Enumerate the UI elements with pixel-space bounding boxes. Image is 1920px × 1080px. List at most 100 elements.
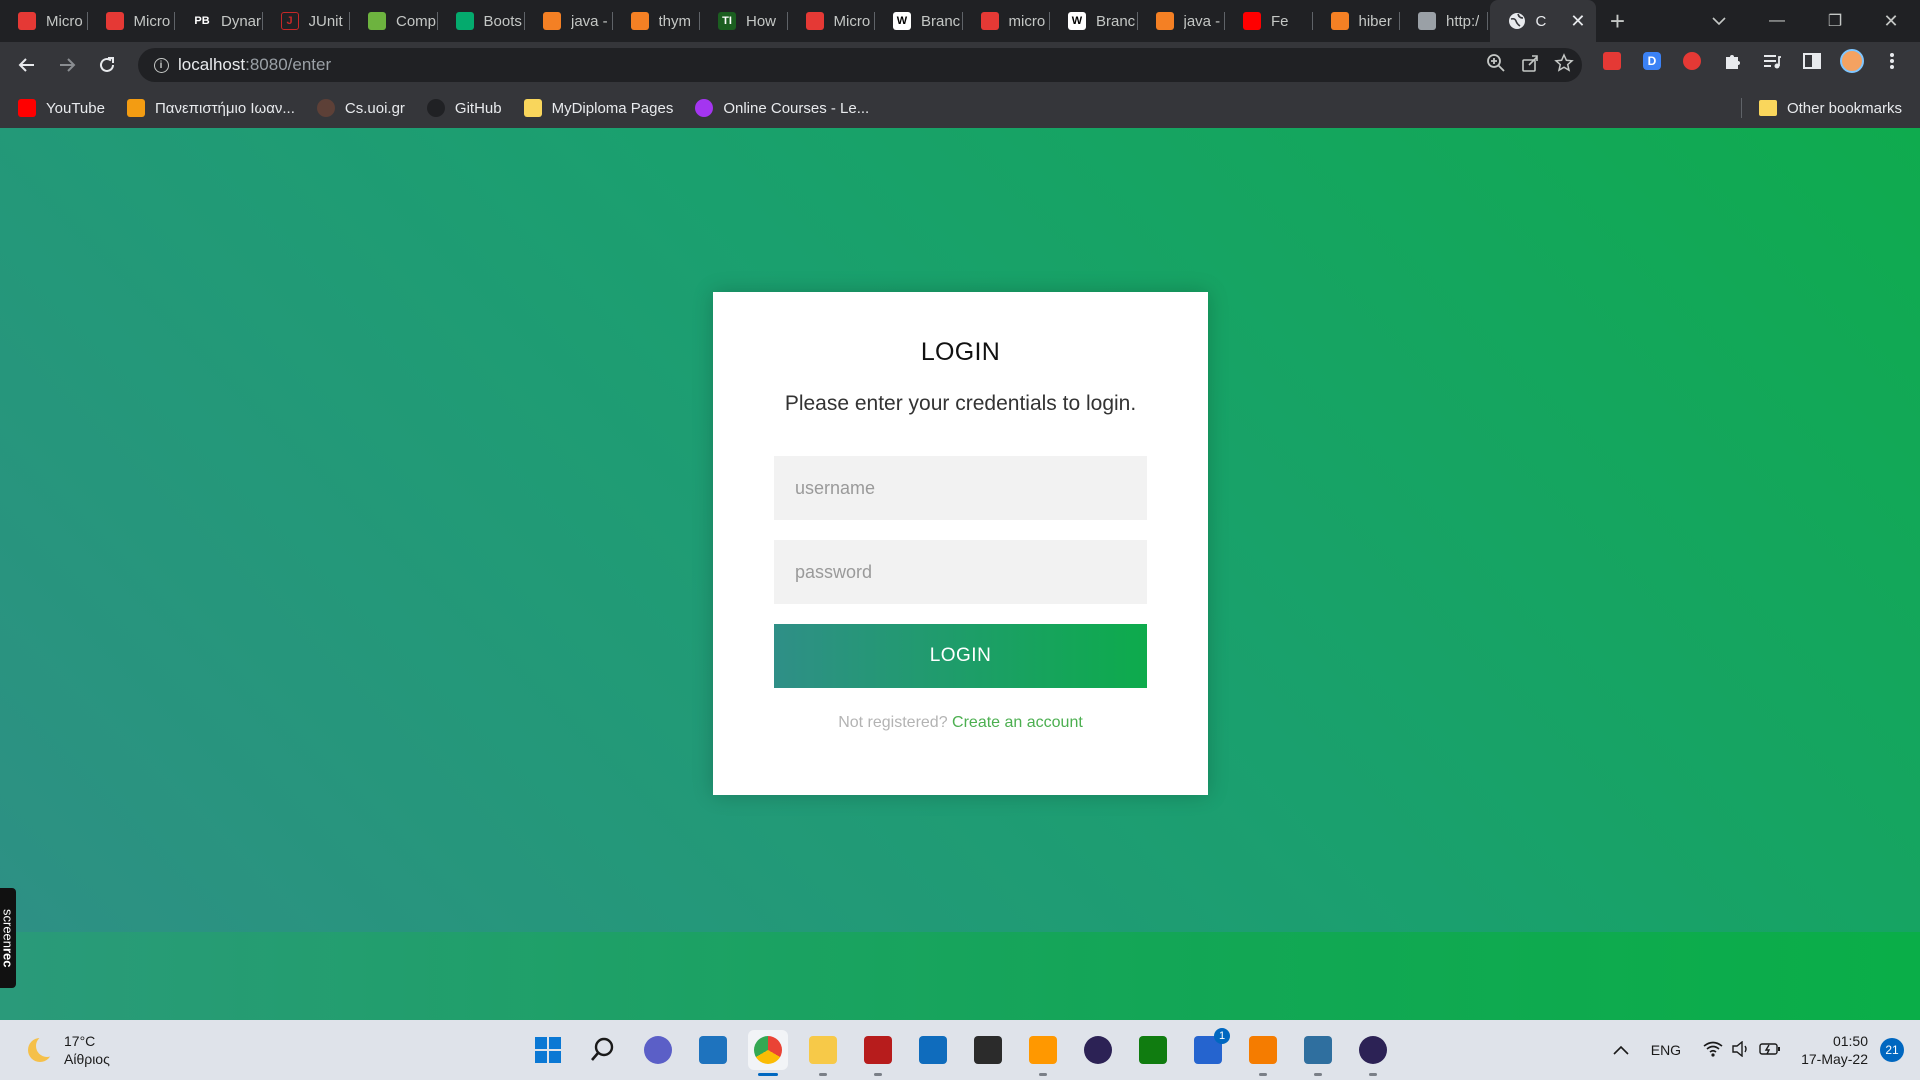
media-control-icon[interactable]: [1760, 49, 1784, 73]
leaf-icon: [368, 12, 386, 30]
bookmark-item[interactable]: GitHub: [426, 99, 502, 117]
browser-tab[interactable]: Micro: [0, 0, 88, 42]
bookmark-item[interactable]: MyDiploma Pages: [523, 99, 674, 117]
weather-widget[interactable]: 17°C Αίθριος: [28, 1032, 110, 1068]
eclipse-ee-icon[interactable]: [1353, 1030, 1393, 1076]
running-indicator: [1259, 1073, 1267, 1076]
browser-tab[interactable]: thym: [613, 0, 701, 42]
browser-tab[interactable]: TI How: [700, 0, 788, 42]
adblock-extension-icon[interactable]: [1680, 49, 1704, 73]
language-indicator[interactable]: ENG: [1651, 1042, 1681, 1058]
menu-kebab-icon[interactable]: [1880, 49, 1904, 73]
share-icon[interactable]: [1520, 53, 1540, 78]
notification-count-badge[interactable]: 21: [1880, 1038, 1904, 1062]
mysql-workbench-icon[interactable]: [858, 1030, 898, 1076]
running-indicator: [1369, 1073, 1377, 1076]
browser-tab[interactable]: java -: [525, 0, 613, 42]
profile-avatar[interactable]: [1840, 49, 1864, 73]
tab-title: Boots: [483, 12, 522, 30]
battery-icon[interactable]: [1759, 1042, 1781, 1059]
bookmark-label: YouTube: [46, 99, 105, 117]
xbox-icon[interactable]: [1133, 1030, 1173, 1070]
pdf-icon: [18, 12, 36, 30]
forward-button[interactable]: [47, 45, 87, 85]
bookmark-item[interactable]: Online Courses - Le...: [695, 99, 869, 117]
address-bar[interactable]: i localhost:8080/enter: [138, 48, 1582, 82]
bookmark-label: MyDiploma Pages: [551, 99, 674, 117]
mysql-icon[interactable]: [1298, 1030, 1338, 1076]
teams-chat-icon[interactable]: [638, 1030, 678, 1070]
tab-title: java -: [1183, 12, 1221, 30]
running-indicator: [758, 1073, 778, 1076]
eclipse-icon[interactable]: [1078, 1030, 1118, 1070]
screenrec-widget[interactable]: screen rec: [0, 888, 16, 988]
weather-desc: Αίθριος: [64, 1051, 110, 1067]
browser-tab[interactable]: Boots: [438, 0, 526, 42]
show-hidden-icons-icon[interactable]: [1613, 1042, 1629, 1058]
terminal-icon[interactable]: [968, 1030, 1008, 1070]
search-icon[interactable]: [583, 1030, 623, 1070]
bookmark-item[interactable]: Cs.uoi.gr: [316, 99, 405, 117]
browser-tab[interactable]: micro: [963, 0, 1051, 42]
minimize-button[interactable]: —: [1748, 0, 1806, 42]
browser-tab[interactable]: W Branc: [1050, 0, 1138, 42]
clock[interactable]: 01:50 17-May-22: [1801, 1032, 1868, 1068]
tab-title: Fe: [1271, 12, 1289, 30]
login-button[interactable]: LOGIN: [774, 624, 1147, 688]
back-button[interactable]: [7, 45, 47, 85]
pdf-editor-icon[interactable]: [1243, 1030, 1283, 1076]
bookmark-label: Online Courses - Le...: [723, 99, 870, 117]
create-account-link[interactable]: Create an account: [952, 714, 1083, 731]
pdf-extension-icon[interactable]: [1600, 49, 1624, 73]
browser-tab[interactable]: Micro: [88, 0, 176, 42]
url-text[interactable]: localhost:8080/enter: [178, 55, 331, 75]
chrome-icon[interactable]: [748, 1030, 788, 1076]
extensions-puzzle-icon[interactable]: [1720, 49, 1744, 73]
wifi-icon[interactable]: [1703, 1041, 1723, 1060]
close-tab-icon[interactable]: ✕: [1570, 11, 1585, 32]
tab-search-icon[interactable]: [1690, 0, 1748, 42]
url-path: :8080/enter: [245, 55, 332, 74]
restore-button[interactable]: ❐: [1806, 0, 1864, 42]
tab-active[interactable]: C ✕: [1489, 0, 1596, 42]
volume-icon[interactable]: [1731, 1040, 1751, 1060]
moon-icon: [28, 1035, 58, 1062]
bookmark-item[interactable]: YouTube: [18, 99, 105, 117]
app-glyph: [644, 1036, 672, 1064]
app-glyph: [589, 1036, 617, 1064]
d-extension-icon[interactable]: D: [1640, 49, 1664, 73]
bookmark-star-icon[interactable]: [1554, 52, 1574, 78]
browser-tab[interactable]: java -: [1138, 0, 1226, 42]
close-window-button[interactable]: ✕: [1862, 0, 1920, 42]
app-glyph: [754, 1036, 782, 1064]
browser-tab[interactable]: Fe: [1225, 0, 1313, 42]
todo-icon[interactable]: 1: [1188, 1028, 1230, 1070]
stackoverflow-icon: [543, 12, 561, 30]
username-input[interactable]: [774, 456, 1147, 520]
side-panel-icon[interactable]: [1800, 49, 1824, 73]
site-info-button[interactable]: i: [144, 48, 178, 82]
university-icon: [126, 99, 145, 117]
browser-tab[interactable]: PB Dynar: [175, 0, 263, 42]
store-icon[interactable]: [693, 1030, 733, 1070]
start-icon[interactable]: [528, 1030, 568, 1070]
new-tab-button[interactable]: +: [1596, 0, 1640, 42]
sublime-icon[interactable]: [1023, 1030, 1063, 1076]
password-input[interactable]: [774, 540, 1147, 604]
file-explorer-icon[interactable]: [803, 1030, 843, 1076]
browser-tab[interactable]: hiber: [1313, 0, 1401, 42]
globe-icon: [1508, 12, 1526, 30]
app-glyph: [1139, 1036, 1167, 1064]
browser-tab[interactable]: http:/: [1400, 0, 1488, 42]
browser-tab[interactable]: Micro: [788, 0, 876, 42]
other-bookmarks[interactable]: Other bookmarks: [1758, 88, 1902, 128]
browser-tab[interactable]: W Branc: [875, 0, 963, 42]
mail-icon[interactable]: [913, 1030, 953, 1070]
browser-tab[interactable]: J JUnit: [263, 0, 351, 42]
bookmark-item[interactable]: Πανεπιστήμιο Ιωαν...: [126, 99, 295, 117]
junit-icon: J: [280, 12, 299, 30]
tab-list: Micro Micro PB Dynar J JUnit Comp Boots java - th…: [0, 0, 1488, 42]
browser-tab[interactable]: Comp: [350, 0, 438, 42]
reload-button[interactable]: [87, 45, 127, 85]
zoom-icon[interactable]: [1486, 53, 1506, 78]
